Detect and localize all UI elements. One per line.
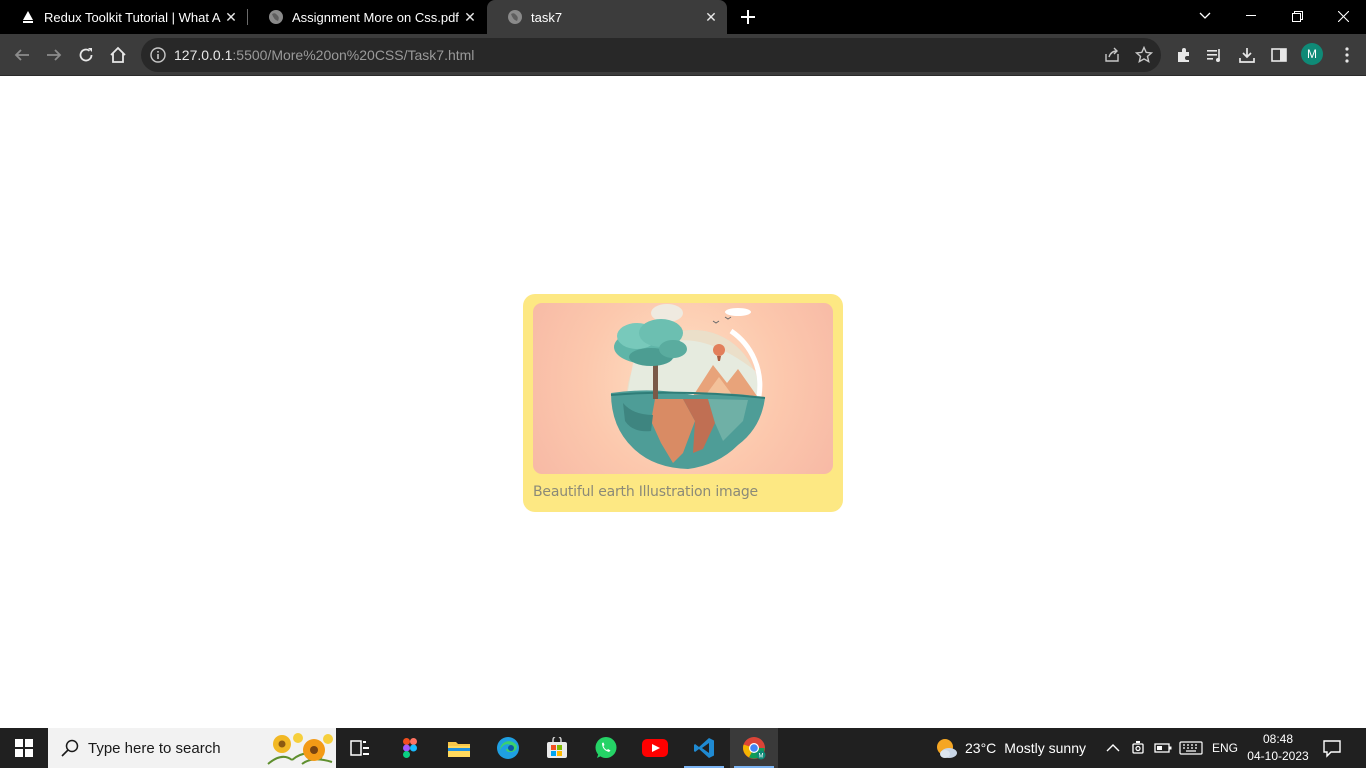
search-placeholder: Type here to search — [88, 740, 221, 757]
tab-title: task7 — [531, 9, 563, 25]
extensions-icon[interactable] — [1168, 39, 1200, 71]
tab-task7[interactable]: task7 ✕ — [487, 0, 727, 34]
url-text: 127.0.0.1:5500/More%20on%20CSS/Task7.htm… — [174, 47, 474, 63]
system-clock[interactable]: 08:48 04-10-2023 — [1244, 731, 1312, 765]
browser-menu-icon[interactable] — [1331, 39, 1363, 71]
svg-text:M: M — [759, 754, 764, 760]
vscode-icon[interactable] — [680, 728, 728, 768]
bookmark-star-icon[interactable] — [1133, 44, 1155, 66]
search-icon — [60, 738, 80, 758]
microsoft-store-icon[interactable] — [533, 728, 581, 768]
close-tab-icon[interactable]: ✕ — [701, 7, 721, 27]
battery-icon[interactable] — [1154, 728, 1172, 768]
figure-caption: Beautiful earth Illustration image — [533, 484, 758, 500]
camera-meet-icon[interactable] — [1131, 728, 1147, 768]
task-view-icon[interactable] — [336, 728, 384, 768]
edge-icon[interactable] — [484, 728, 532, 768]
forward-button[interactable] — [38, 39, 70, 71]
reload-button[interactable] — [70, 39, 102, 71]
redux-favicon-icon — [20, 9, 36, 25]
address-bar[interactable]: 127.0.0.1:5500/More%20on%20CSS/Task7.htm… — [141, 38, 1161, 72]
home-button[interactable] — [102, 39, 134, 71]
whatsapp-icon[interactable] — [582, 728, 630, 768]
weather-widget[interactable]: 23°C Mostly sunny — [934, 728, 1086, 768]
url-host: 127.0.0.1 — [174, 47, 233, 63]
weather-description: Mostly sunny — [1004, 740, 1086, 756]
youtube-icon[interactable] — [631, 728, 679, 768]
new-tab-button[interactable] — [736, 5, 760, 29]
url-path: :5500/More%20on%20CSS/Task7.html — [232, 47, 475, 63]
figma-icon[interactable] — [386, 728, 434, 768]
profile-avatar[interactable]: M — [1301, 43, 1323, 65]
share-icon[interactable] — [1101, 44, 1123, 66]
globe-icon — [268, 9, 284, 25]
download-icon[interactable] — [1231, 39, 1263, 71]
clock-time: 08:48 — [1262, 732, 1294, 746]
tab-redux-tutorial[interactable]: Redux Toolkit Tutorial | What Ab ✕ — [0, 0, 247, 34]
browser-toolbar: 127.0.0.1:5500/More%20on%20CSS/Task7.htm… — [0, 34, 1366, 76]
tab-strip: Redux Toolkit Tutorial | What Ab ✕ Assig… — [0, 0, 1366, 34]
globe-icon — [507, 9, 523, 25]
back-button[interactable] — [6, 39, 38, 71]
tab-search-chevron-icon[interactable] — [1182, 0, 1228, 32]
restore-button[interactable] — [1274, 0, 1320, 32]
minimize-button[interactable] — [1228, 0, 1274, 32]
site-info-icon[interactable] — [149, 46, 167, 64]
notifications-icon[interactable] — [1322, 738, 1342, 758]
close-tab-icon[interactable]: ✕ — [460, 7, 480, 27]
media-controls-icon[interactable] — [1199, 39, 1231, 71]
partly-sunny-icon — [934, 736, 958, 760]
tab-title: Assignment More on Css.pdf — [292, 9, 459, 25]
show-hidden-icons-chevron-icon[interactable] — [1106, 728, 1120, 768]
chrome-icon[interactable]: M — [730, 728, 778, 768]
close-window-button[interactable] — [1320, 0, 1366, 32]
page-viewport: Beautiful earth Illustration image — [0, 77, 1366, 728]
start-button[interactable] — [0, 728, 48, 768]
figure-card: Beautiful earth Illustration image — [523, 294, 843, 512]
windows-taskbar: Type here to search M 23°C Mostly sunny … — [0, 728, 1366, 768]
weather-temperature: 23°C — [965, 740, 997, 756]
file-explorer-icon[interactable] — [435, 728, 483, 768]
language-indicator[interactable]: ENG — [1212, 728, 1238, 768]
clock-date: 04-10-2023 — [1247, 749, 1309, 763]
close-tab-icon[interactable]: ✕ — [221, 7, 241, 27]
keyboard-icon[interactable] — [1179, 728, 1203, 768]
tab-title: Redux Toolkit Tutorial | What Ab — [44, 9, 221, 25]
side-panel-icon[interactable] — [1263, 39, 1295, 71]
taskbar-search-box[interactable]: Type here to search — [48, 728, 336, 768]
tab-assignment-pdf[interactable]: Assignment More on Css.pdf ✕ — [248, 0, 486, 34]
earth-illustration-image — [533, 303, 833, 474]
search-highlight-flowers-icon — [262, 730, 336, 766]
